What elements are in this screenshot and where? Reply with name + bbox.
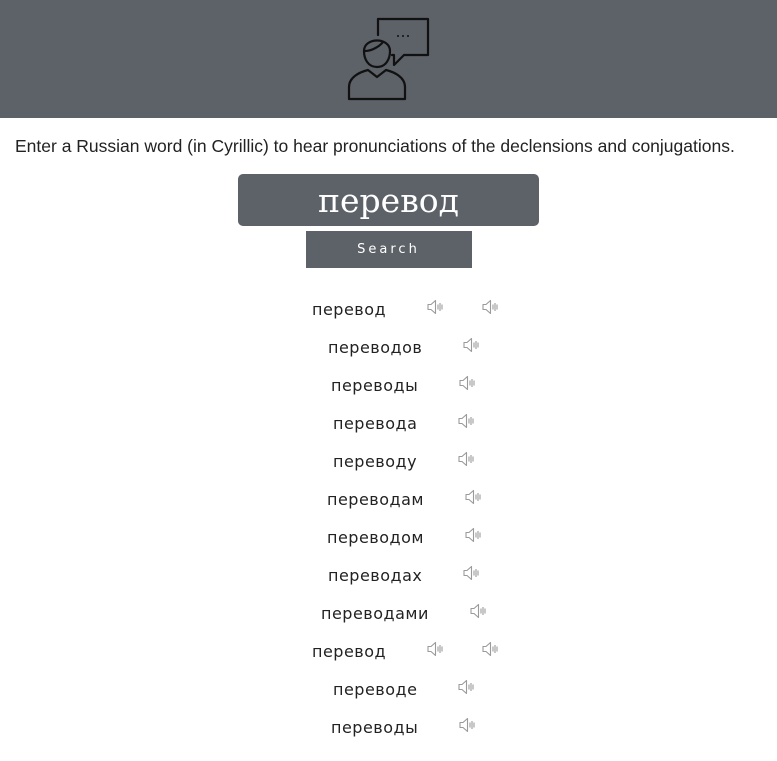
result-row: переводом	[0, 526, 777, 558]
result-row: переводы	[0, 374, 777, 406]
search-area: Search	[0, 157, 777, 268]
result-word: переводом	[327, 528, 424, 547]
speaker-icon[interactable]	[462, 336, 480, 354]
result-word: перевода	[333, 414, 418, 433]
speaker-icon[interactable]	[458, 374, 476, 392]
speaker-icon[interactable]	[481, 298, 499, 316]
result-word: перевод	[312, 642, 387, 661]
result-word: переводов	[328, 338, 423, 357]
speaker-icon[interactable]	[464, 526, 482, 544]
speaker-icon[interactable]	[481, 640, 499, 658]
search-button[interactable]: Search	[305, 231, 472, 268]
result-word: переводам	[327, 490, 424, 509]
result-word: переводах	[328, 566, 423, 585]
result-row: переводу	[0, 450, 777, 482]
person-speech-bubble-icon	[347, 17, 429, 101]
result-word: перевод	[312, 300, 387, 319]
speaker-icon[interactable]	[457, 450, 475, 468]
speaker-icon[interactable]	[457, 678, 475, 696]
result-row: перевод	[0, 640, 777, 672]
speaker-icon[interactable]	[464, 488, 482, 506]
result-word: переводу	[333, 452, 418, 471]
result-row: переводы	[0, 716, 777, 748]
result-row: перевод	[0, 298, 777, 330]
speaker-icon[interactable]	[462, 564, 480, 582]
speaker-icon[interactable]	[458, 716, 476, 734]
result-word: переводы	[331, 718, 419, 737]
instructions-text: Enter a Russian word (in Cyrillic) to he…	[15, 136, 735, 156]
result-row: переводах	[0, 564, 777, 596]
speaker-icon[interactable]	[426, 640, 444, 658]
speaker-icon[interactable]	[426, 298, 444, 316]
result-word: переводе	[333, 680, 418, 699]
speaker-icon[interactable]	[469, 602, 487, 620]
result-word: переводами	[321, 604, 429, 623]
result-row: переводами	[0, 602, 777, 634]
result-row: перевода	[0, 412, 777, 444]
result-row: переводе	[0, 678, 777, 710]
speaker-icon[interactable]	[457, 412, 475, 430]
result-row: переводам	[0, 488, 777, 520]
search-input[interactable]	[238, 174, 539, 226]
result-row: переводов	[0, 336, 777, 368]
header-bar	[0, 0, 777, 118]
result-word: переводы	[331, 376, 419, 395]
